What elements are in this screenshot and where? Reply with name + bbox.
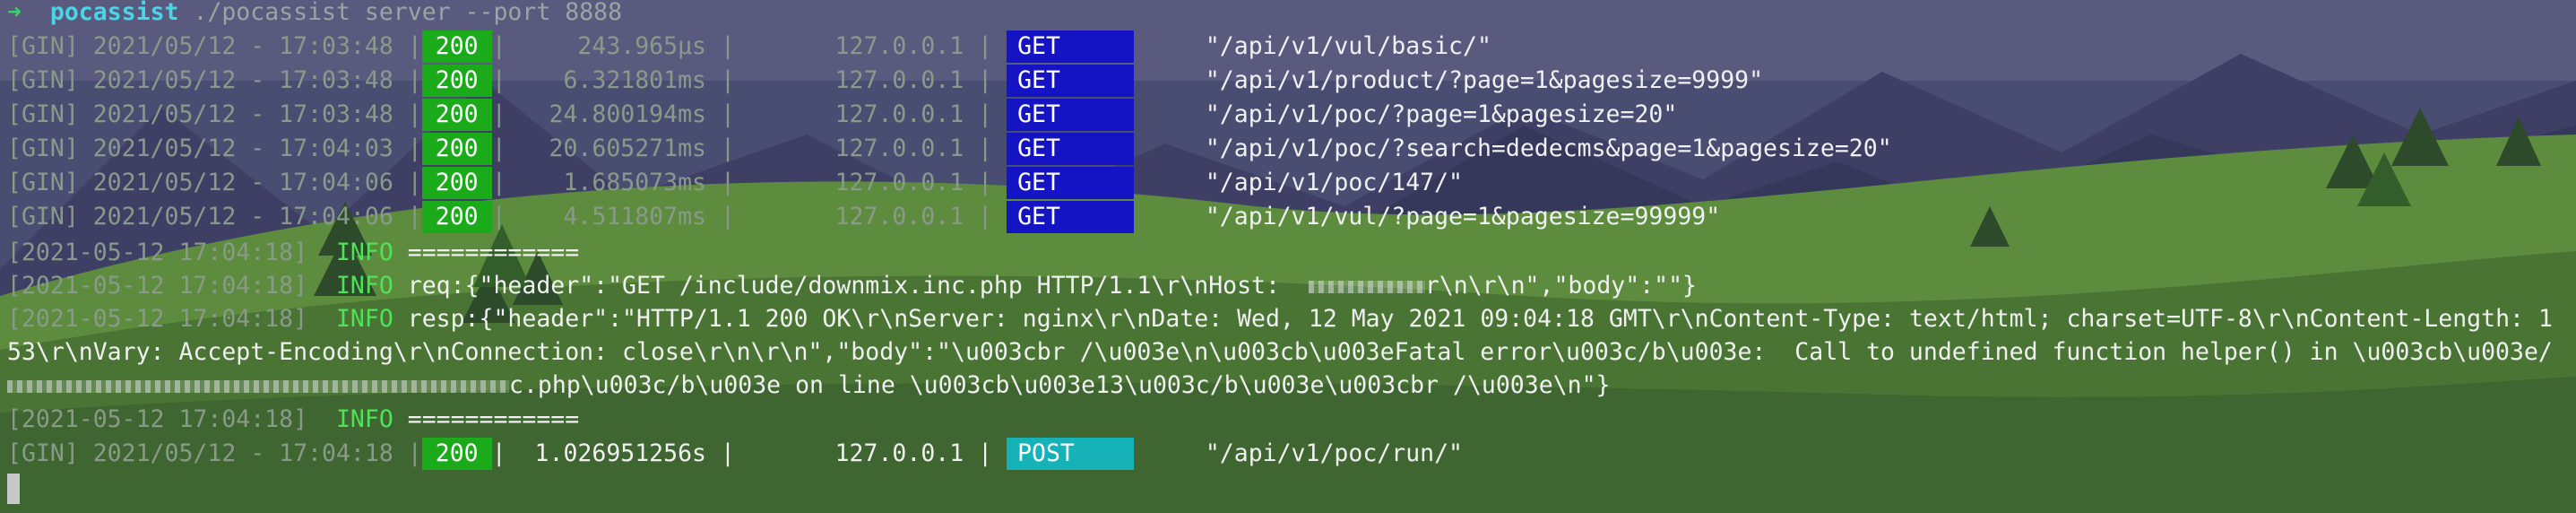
- gin-prefix: [GIN] 2021/05/12 - 17:04:03 |: [7, 135, 422, 162]
- info-request-line: [2021-05-12 17:04:18] INFO req:{"header"…: [7, 270, 1697, 302]
- gin-log-line: [GIN] 2021/05/12 - 17:04:18 | 200 | 1.0269…: [7, 438, 1463, 470]
- req-text-part2: r\n\r\n","body":""}: [1424, 272, 1698, 300]
- request-path: "/api/v1/vul/?page=1&pagesize=99999": [1134, 203, 1721, 230]
- log-level: INFO: [307, 305, 408, 333]
- gin-log-line: [GIN] 2021/05/12 - 17:03:48 | 200 | 6.3218…: [7, 65, 1763, 97]
- gin-latency-ip: | 20.605271ms | 127.0.0.1 |: [491, 135, 993, 162]
- request-path: "/api/v1/vul/basic/": [1134, 32, 1491, 60]
- gin-latency-ip: | 6.321801ms | 127.0.0.1 |: [491, 66, 993, 94]
- gin-log-line: [GIN] 2021/05/12 - 17:04:06 | 200 | 4.5118…: [7, 201, 1720, 233]
- resp-text-part1: {"header":"HTTP/1.1 200 OK\r\nServer: ng…: [479, 305, 2553, 333]
- gin-prefix: [GIN] 2021/05/12 - 17:03:48 |: [7, 32, 422, 60]
- command-prompt-line: ➜ pocassist ./pocassist server --port 88…: [7, 0, 622, 29]
- separator-text: ============: [407, 239, 580, 266]
- status-code-badge: 200: [421, 65, 492, 97]
- prompt-directory: pocassist: [49, 0, 179, 26]
- gin-latency-ip: | 243.965µs | 127.0.0.1 |: [491, 32, 993, 60]
- request-path: "/api/v1/poc/run/": [1134, 439, 1464, 467]
- status-code-badge: 200: [421, 133, 492, 165]
- gin-prefix: [GIN] 2021/05/12 - 17:04:18 |: [7, 439, 422, 467]
- gin-log-line: [GIN] 2021/05/12 - 17:04:03 | 200 | 20.605…: [7, 133, 1892, 165]
- status-code-badge: 200: [421, 30, 492, 63]
- status-code-badge: 200: [421, 438, 492, 470]
- http-method-badge: GET: [1007, 201, 1135, 233]
- http-method-badge: GET: [1007, 99, 1135, 131]
- terminal-cursor[interactable]: [7, 474, 20, 504]
- gin-log-line: [GIN] 2021/05/12 - 17:04:06 | 200 | 1.6850…: [7, 167, 1463, 199]
- http-method-badge: POST: [1007, 438, 1135, 470]
- log-timestamp: [2021-05-12 17:04:18]: [7, 239, 308, 266]
- http-method-badge: GET: [1007, 133, 1135, 165]
- info-separator-line: [2021-05-12 17:04:18] INFO ============: [7, 404, 579, 436]
- resp-text-part3: c.php\u003c/b\u003e on line \u003cb\u003…: [509, 371, 1611, 399]
- redacted-host-blur: [1308, 280, 1425, 293]
- http-method-badge: GET: [1007, 167, 1135, 199]
- status-code-badge: 200: [421, 201, 492, 233]
- gin-latency-ip: | 24.800194ms | 127.0.0.1 |: [491, 100, 993, 128]
- resp-label: resp:: [407, 305, 480, 333]
- response-wrap-line: c.php\u003c/b\u003e on line \u003cb\u003…: [7, 370, 1611, 402]
- log-level: INFO: [307, 239, 408, 266]
- gin-latency-ip: | 4.511807ms | 127.0.0.1 |: [491, 203, 993, 230]
- request-path: "/api/v1/product/?page=1&pagesize=9999": [1134, 66, 1764, 94]
- req-label: req:: [407, 272, 465, 300]
- info-separator-line: [2021-05-12 17:04:18] INFO ============: [7, 237, 579, 269]
- request-path: "/api/v1/poc/?page=1&pagesize=20": [1134, 100, 1678, 128]
- info-response-line: [2021-05-12 17:04:18] INFO resp:{"header…: [7, 303, 2553, 335]
- gin-log-line: [GIN] 2021/05/12 - 17:03:48 | 200 | 24.800…: [7, 99, 1677, 131]
- redacted-path-blur: [7, 379, 509, 393]
- log-timestamp: [2021-05-12 17:04:18]: [7, 405, 308, 433]
- status-code-badge: 200: [421, 167, 492, 199]
- gin-latency-ip: | 1.026951256s | 127.0.0.1 |: [491, 439, 993, 467]
- terminal-output: ➜ pocassist ./pocassist server --port 88…: [0, 0, 2576, 513]
- log-level: INFO: [307, 272, 408, 300]
- log-timestamp: [2021-05-12 17:04:18]: [7, 305, 308, 333]
- log-level: INFO: [307, 405, 408, 433]
- gin-prefix: [GIN] 2021/05/12 - 17:04:06 |: [7, 203, 422, 230]
- gin-prefix: [GIN] 2021/05/12 - 17:03:48 |: [7, 66, 422, 94]
- gin-prefix: [GIN] 2021/05/12 - 17:04:06 |: [7, 169, 422, 196]
- prompt-arrow-icon: ➜: [7, 0, 22, 26]
- log-timestamp: [2021-05-12 17:04:18]: [7, 272, 308, 300]
- gin-prefix: [GIN] 2021/05/12 - 17:03:48 |: [7, 100, 422, 128]
- separator-text: ============: [407, 405, 580, 433]
- http-method-badge: GET: [1007, 30, 1135, 63]
- request-path: "/api/v1/poc/147/": [1134, 169, 1464, 196]
- gin-latency-ip: | 1.685073ms | 127.0.0.1 |: [491, 169, 993, 196]
- req-text-part1: {"header":"GET /include/downmix.inc.php …: [464, 272, 1309, 300]
- request-path: "/api/v1/poc/?search=dedecms&page=1&page…: [1134, 135, 1892, 162]
- http-method-badge: GET: [1007, 65, 1135, 97]
- gin-log-line: [GIN] 2021/05/12 - 17:03:48 | 200 | 243.96…: [7, 30, 1491, 63]
- prompt-command: ./pocassist server --port 8888: [178, 0, 623, 26]
- status-code-badge: 200: [421, 99, 492, 131]
- response-wrap-line: 53\r\nVary: Accept-Encoding\r\nConnectio…: [7, 336, 2553, 369]
- resp-text-part2: 53\r\nVary: Accept-Encoding\r\nConnectio…: [7, 338, 2553, 366]
